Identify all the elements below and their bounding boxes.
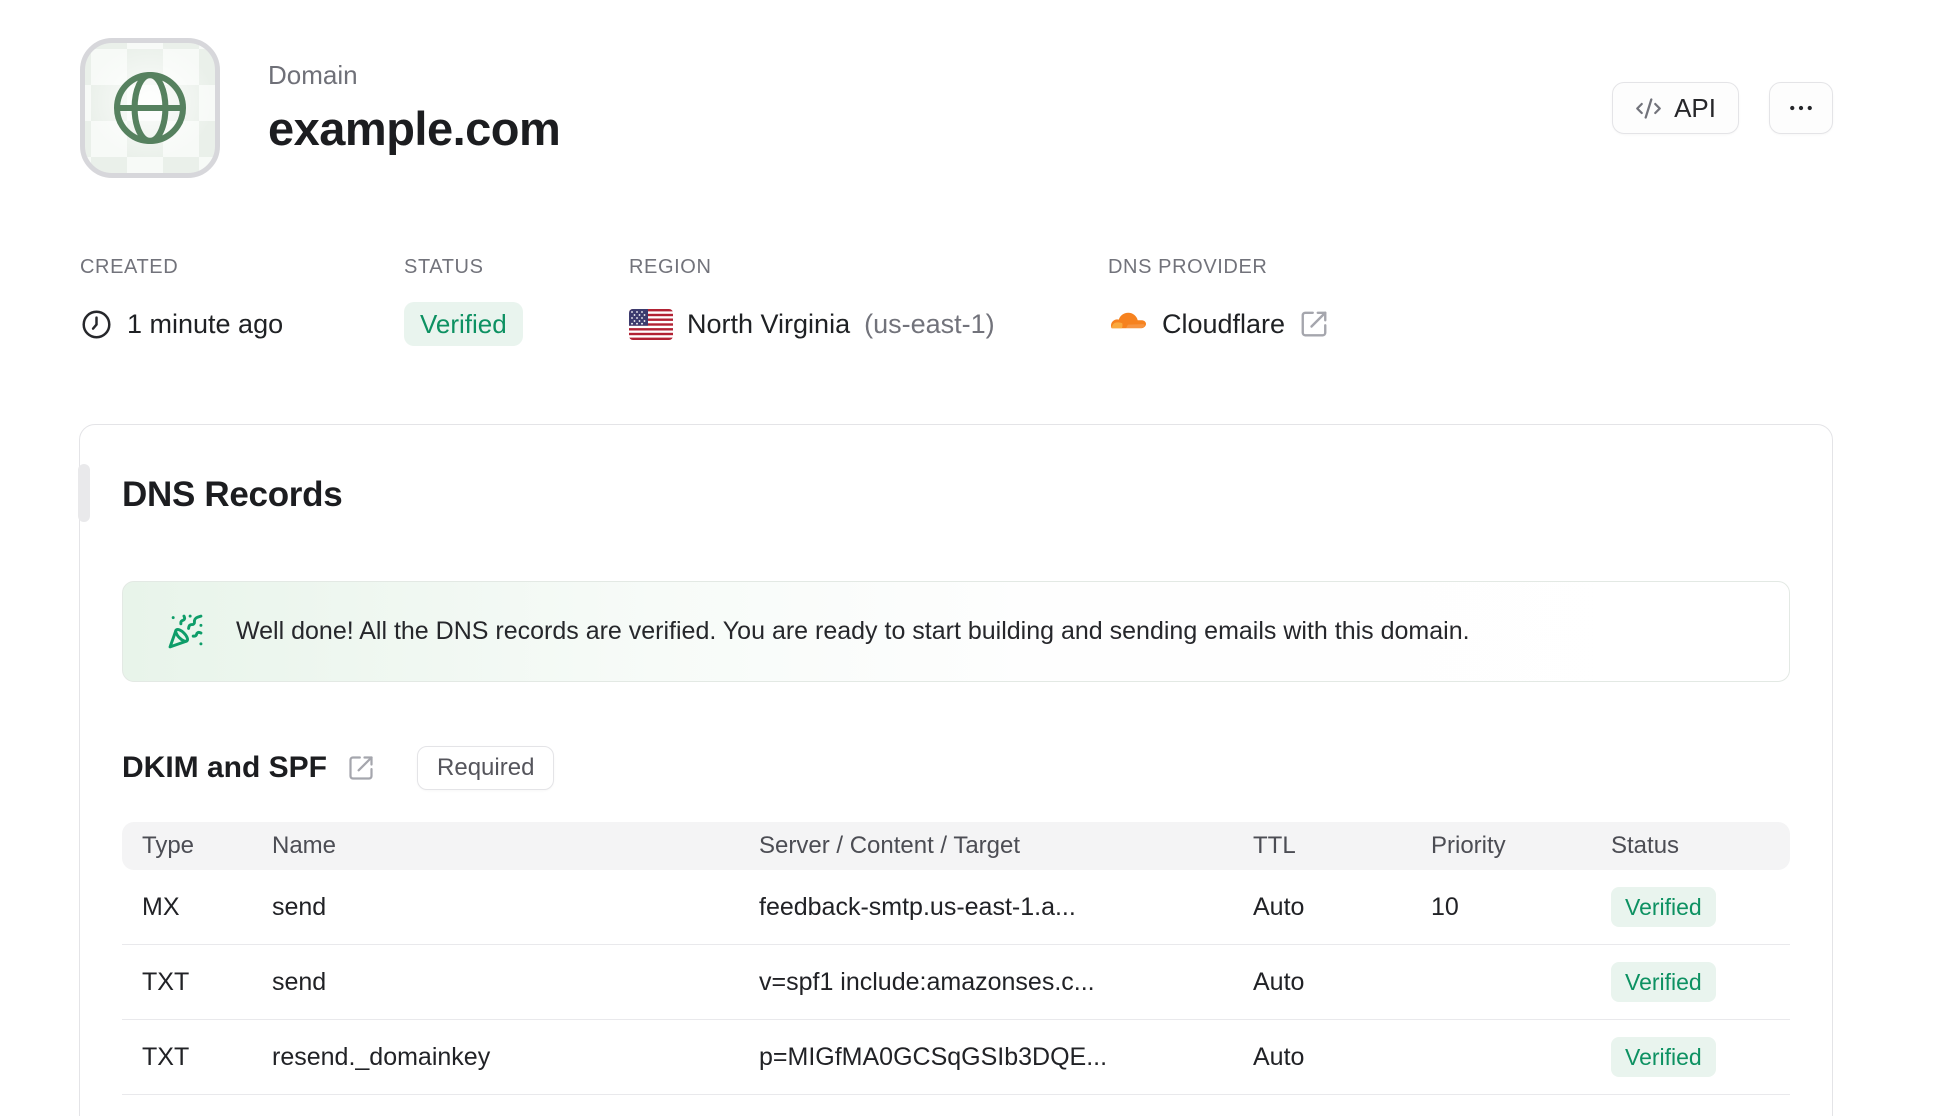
cell-name: send [272, 892, 327, 921]
col-type: Type [142, 832, 195, 859]
cell-ttl: Auto [1253, 967, 1305, 996]
header-actions: API [1612, 82, 1833, 134]
globe-icon [107, 65, 193, 151]
cell-type: TXT [142, 1042, 190, 1071]
region-value: North Virginia [687, 308, 851, 339]
meta-status: STATUS Verified [404, 256, 629, 346]
cell-content: feedback-smtp.us-east-1.a... [759, 892, 1076, 921]
dkim-spf-title: DKIM and SPF [122, 751, 328, 784]
dns-provider-value: Cloudflare [1162, 308, 1286, 339]
table-row[interactable]: MX send feedback-smtp.us-east-1.a... Aut… [122, 870, 1790, 945]
required-badge: Required [417, 746, 555, 790]
col-priority: Priority [1431, 832, 1506, 859]
external-link-icon[interactable] [1299, 309, 1329, 339]
status-badge: Verified [404, 302, 523, 346]
meta-created: CREATED 1 minute ago [80, 256, 404, 346]
cell-priority: 10 [1431, 892, 1459, 921]
section-indicator [78, 464, 90, 522]
meta-region: REGION North Virginia (us-east-1) [629, 256, 1108, 346]
success-banner: Well done! All the DNS records are verif… [122, 581, 1790, 682]
created-value: 1 minute ago [127, 308, 284, 339]
cell-ttl: Auto [1253, 1042, 1305, 1071]
ellipsis-icon [1786, 93, 1816, 123]
verified-badge: Verified [1611, 962, 1716, 1002]
api-button[interactable]: API [1612, 82, 1739, 134]
region-label: REGION [629, 256, 712, 278]
external-link-icon[interactable] [347, 754, 375, 782]
cell-name: resend._domainkey [272, 1042, 491, 1071]
cell-name: send [272, 967, 327, 996]
dns-records-card: DNS Records Well done! All the DNS recor… [78, 424, 1833, 1116]
page-kicker: Domain [268, 60, 358, 90]
col-content: Server / Content / Target [759, 832, 1021, 859]
table-header-row: Type Name Server / Content / Target TTL … [122, 822, 1790, 870]
more-options-button[interactable] [1769, 82, 1833, 134]
code-icon [1635, 95, 1662, 122]
cell-status: Verified [1611, 1037, 1790, 1077]
cloudflare-icon [1108, 310, 1148, 338]
cell-ttl: Auto [1253, 892, 1305, 921]
domain-avatar [80, 38, 220, 178]
table-row[interactable]: TXT send v=spf1 include:amazonses.c... A… [122, 945, 1790, 1020]
col-status: Status [1611, 832, 1680, 859]
page-header: Domain example.com API [80, 38, 1833, 178]
page-title: example.com [268, 102, 561, 155]
verified-badge: Verified [1611, 887, 1716, 927]
created-label: CREATED [80, 256, 179, 278]
dns-records-title: DNS Records [122, 475, 343, 514]
cell-status: Verified [1611, 887, 1790, 927]
title-block: Domain example.com [268, 60, 561, 156]
cell-content: p=MIGfMA0GCSqGSIb3DQE... [759, 1042, 1108, 1071]
cell-content: v=spf1 include:amazonses.c... [759, 967, 1095, 996]
clock-icon [80, 308, 113, 341]
dkim-spf-section-header: DKIM and SPF Required [122, 746, 1790, 790]
domain-meta: CREATED 1 minute ago STATUS Verified REG… [80, 256, 1329, 346]
banner-message: Well done! All the DNS records are verif… [236, 617, 1470, 645]
verified-badge: Verified [1611, 1037, 1716, 1077]
region-code: (us-east-1) [864, 308, 995, 339]
status-label: STATUS [404, 256, 484, 278]
domain-detail-page: Domain example.com API CREATED 1 minute … [0, 0, 1944, 1116]
meta-dns-provider: DNS PROVIDER Cloudflare [1108, 256, 1329, 346]
cell-type: MX [142, 892, 180, 921]
col-ttl: TTL [1253, 832, 1296, 859]
api-button-label: API [1674, 92, 1716, 123]
us-flag-icon [629, 308, 673, 340]
table-row[interactable]: TXT resend._domainkey p=MIGfMA0GCSqGSIb3… [122, 1020, 1790, 1095]
dns-provider-label: DNS PROVIDER [1108, 256, 1268, 278]
party-popper-icon [167, 613, 204, 650]
col-name: Name [272, 832, 337, 859]
cell-status: Verified [1611, 962, 1790, 1002]
dns-records-table: Type Name Server / Content / Target TTL … [122, 822, 1790, 1095]
cell-type: TXT [142, 967, 190, 996]
